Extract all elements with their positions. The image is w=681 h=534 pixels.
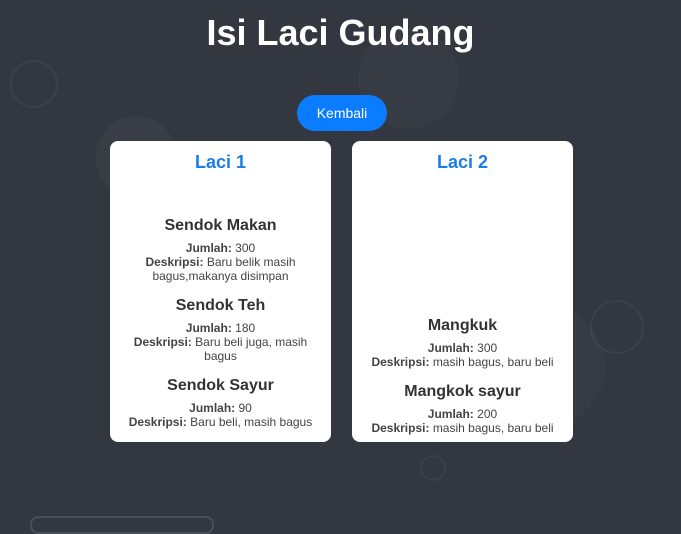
item-quantity: Jumlah: 90 bbox=[128, 401, 313, 415]
item-description: Deskripsi: Baru beli juga, masih bagus bbox=[128, 335, 313, 363]
background-decoration bbox=[590, 300, 644, 354]
description-value: Baru beli, masih bagus bbox=[190, 415, 313, 429]
drawer-card-1: Laci 1 Sendok Makan Jumlah: 300 Deskrips… bbox=[110, 141, 331, 442]
item-name: Mangkok sayur bbox=[404, 383, 521, 400]
item-description: Deskripsi: Baru beli, masih bagus bbox=[128, 415, 313, 429]
quantity-value: 300 bbox=[235, 241, 256, 255]
quantity-label: Jumlah: bbox=[189, 401, 236, 415]
quantity-value: 300 bbox=[477, 341, 498, 355]
item-name: Sendok Sayur bbox=[167, 377, 274, 394]
quantity-label: Jumlah: bbox=[185, 321, 232, 335]
quantity-value: 180 bbox=[235, 321, 256, 335]
description-label: Deskripsi: bbox=[145, 255, 204, 269]
background-decoration bbox=[420, 455, 446, 481]
back-button[interactable]: Kembali bbox=[297, 95, 387, 131]
item-quantity: Jumlah: 300 bbox=[128, 241, 313, 255]
description-value: Baru beli juga, masih bagus bbox=[195, 335, 308, 363]
list-item: Mangkok sayur Jumlah: 200 Deskripsi: mas… bbox=[352, 383, 573, 435]
drawer-items: Sendok Makan Jumlah: 300 Deskripsi: Baru… bbox=[110, 217, 331, 442]
quantity-value: 200 bbox=[477, 407, 498, 421]
description-label: Deskripsi: bbox=[128, 415, 187, 429]
description-label: Deskripsi: bbox=[371, 421, 430, 435]
item-name: Sendok Teh bbox=[175, 297, 266, 314]
item-name: Sendok Makan bbox=[164, 217, 277, 234]
list-item: Sendok Sayur Jumlah: 90 Deskripsi: Baru … bbox=[110, 377, 331, 429]
quantity-value: 90 bbox=[238, 401, 252, 415]
drawer-items: Mangkuk Jumlah: 300 Deskripsi: masih bag… bbox=[352, 317, 573, 442]
description-label: Deskripsi: bbox=[371, 355, 430, 369]
item-name: Mangkuk bbox=[427, 317, 498, 334]
drawer-title: Laci 1 bbox=[194, 152, 247, 172]
item-description: Deskripsi: Baru belik masih bagus,makany… bbox=[128, 255, 313, 283]
list-item: Sendok Teh Jumlah: 180 Deskripsi: Baru b… bbox=[110, 297, 331, 363]
list-item: Mangkuk Jumlah: 300 Deskripsi: masih bag… bbox=[352, 317, 573, 369]
quantity-label: Jumlah: bbox=[427, 407, 474, 421]
page-title: Isi Laci Gudang bbox=[206, 12, 475, 53]
scroll-hint bbox=[30, 516, 214, 534]
quantity-label: Jumlah: bbox=[427, 341, 474, 355]
item-quantity: Jumlah: 300 bbox=[370, 341, 555, 355]
description-value: masih bagus, baru beli bbox=[432, 421, 554, 435]
list-item: Sendok Makan Jumlah: 300 Deskripsi: Baru… bbox=[110, 217, 331, 283]
description-value: masih bagus, baru beli bbox=[432, 355, 554, 369]
quantity-label: Jumlah: bbox=[185, 241, 232, 255]
drawer-title: Laci 2 bbox=[436, 152, 489, 172]
drawer-card-2: Laci 2 Mangkuk Jumlah: 300 Deskripsi: ma… bbox=[352, 141, 573, 442]
description-label: Deskripsi: bbox=[133, 335, 192, 349]
item-quantity: Jumlah: 180 bbox=[128, 321, 313, 335]
item-description: Deskripsi: masih bagus, baru beli bbox=[370, 421, 555, 435]
background-decoration bbox=[10, 60, 58, 108]
item-quantity: Jumlah: 200 bbox=[370, 407, 555, 421]
item-description: Deskripsi: masih bagus, baru beli bbox=[370, 355, 555, 369]
